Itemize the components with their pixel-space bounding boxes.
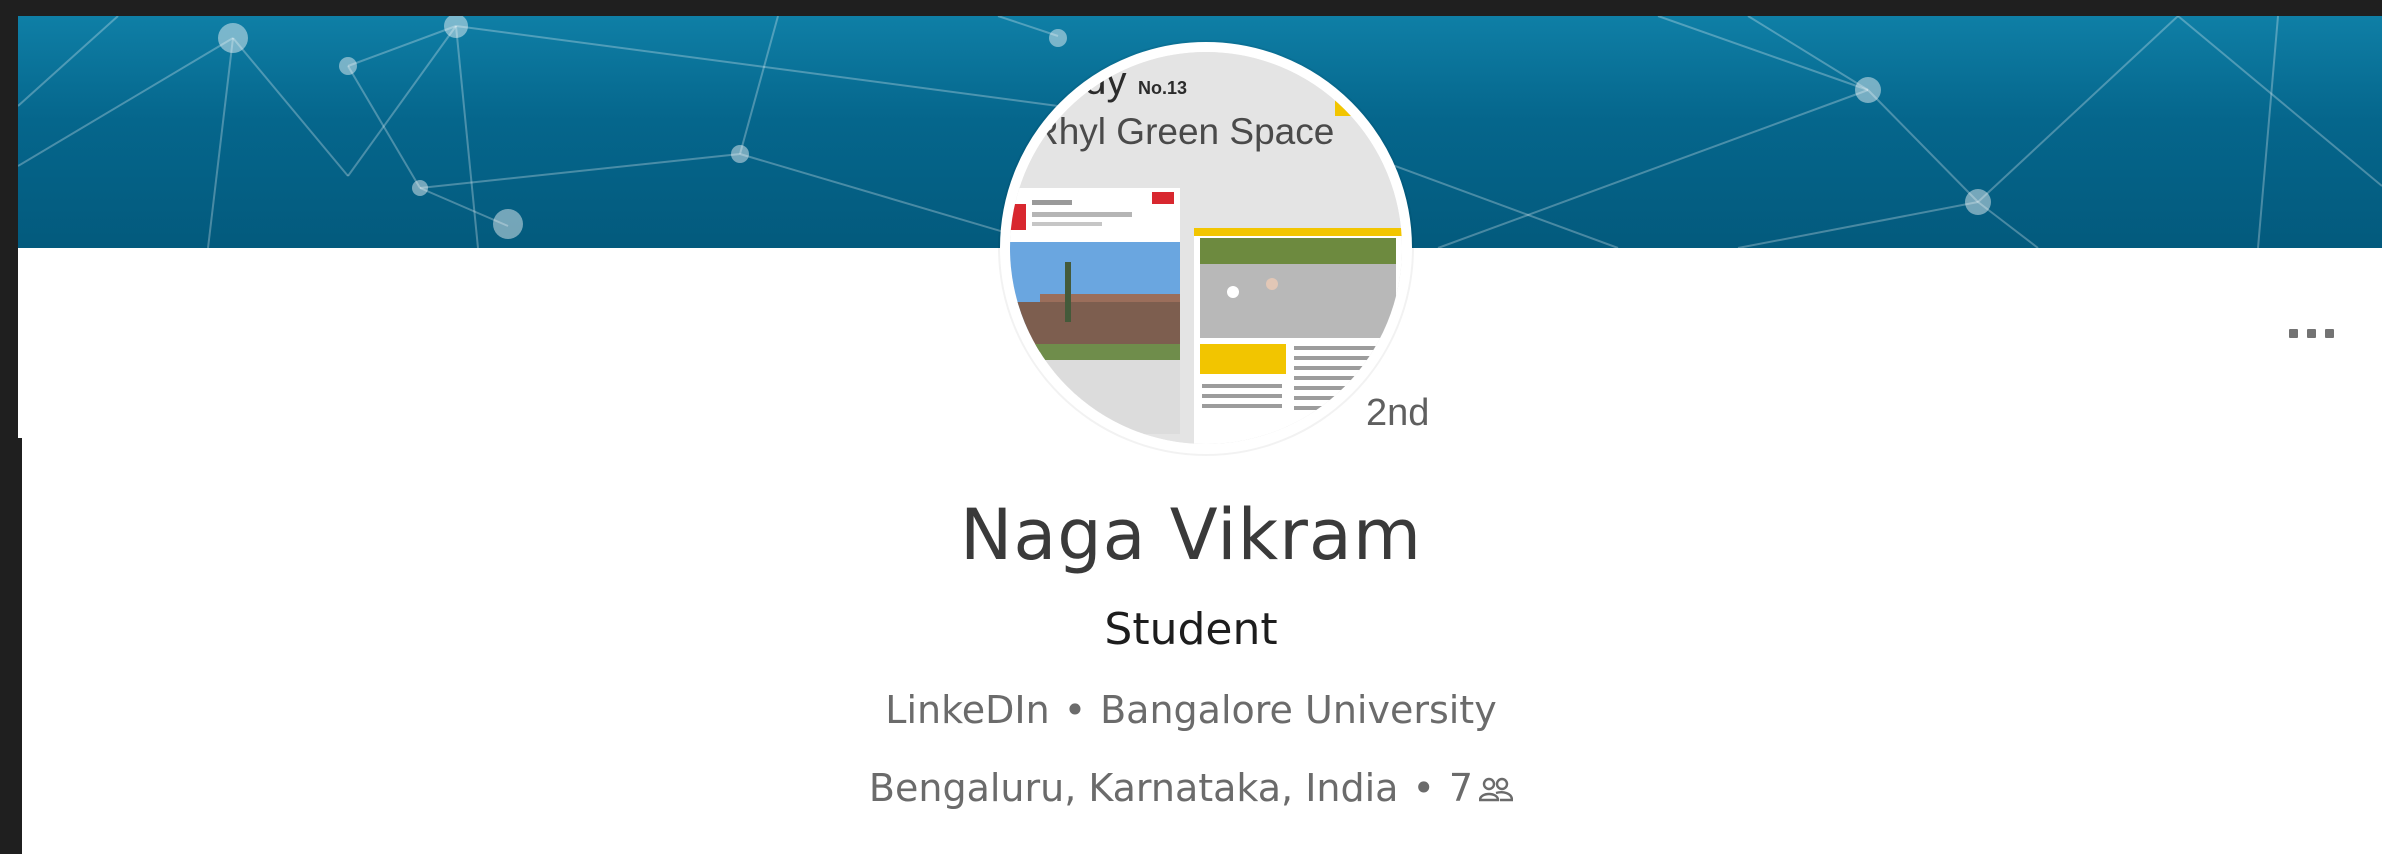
more-options-icon [2288,328,2298,338]
connections-icon [1479,777,1514,802]
current-company-link[interactable]: LinkeDIn [885,688,1049,732]
profile-name: Naga Vikram [959,494,1423,576]
profile-headline: Student [1104,604,1278,655]
more-options-icon-dot [2324,328,2334,338]
photo-title-number: No.13 [1138,78,1187,98]
more-options-icon-dot [2306,328,2316,338]
separator-bullet: • [1412,766,1435,810]
separator-bullet: • [1063,688,1087,732]
profile-photo[interactable]: udy No.13 Rhyl Green Space [1000,42,1412,454]
connection-degree-badge: 2nd [1366,392,1430,434]
profile-location: Bengaluru, Karnataka, India [868,766,1399,810]
more-options-button[interactable] [2276,318,2346,348]
school-link[interactable]: Bangalore University [1100,688,1497,732]
photo-title: Rhyl Green Space [1032,111,1334,152]
screenshot-frame: udy No.13 Rhyl Green Space 2nd Naga Vikr… [0,0,2382,854]
photo-title-prefix: udy [1062,59,1127,103]
profile-location-connections: Bengaluru, Karnataka, India • 7 [0,766,2382,810]
profile-company-school: LinkeDIn • Bangalore University [0,688,2382,732]
connections-count[interactable]: 7 [1449,766,1473,810]
profile-photo-image: udy No.13 Rhyl Green Space [1010,52,1402,444]
